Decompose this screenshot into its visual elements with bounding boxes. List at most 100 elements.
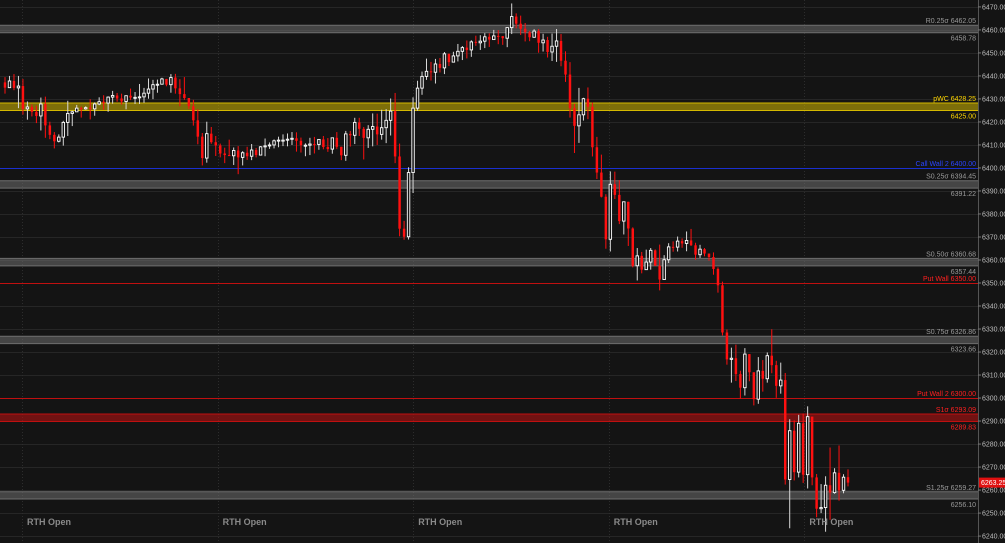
candle[interactable] [653, 249, 657, 266]
candle-body-down [35, 111, 38, 116]
candle-body-up [25, 106, 30, 110]
candle-body-up [281, 139, 285, 142]
session-label: RTH Open [223, 517, 267, 527]
candle[interactable] [398, 143, 401, 237]
candle-body-up [675, 240, 680, 248]
candle-body-down [21, 86, 25, 109]
last-price-tag: 6263.25 [979, 477, 1005, 488]
candle-body-up [70, 111, 74, 114]
candle-body-down [752, 372, 756, 400]
candle-body-down [783, 380, 787, 480]
candle-body-down [837, 472, 841, 491]
candle-body-down [326, 147, 330, 150]
candle-body-up [330, 137, 335, 150]
candle-body-up [106, 96, 110, 104]
candle-body-down [313, 144, 316, 146]
candle-body-up [124, 95, 128, 102]
candle[interactable] [783, 372, 787, 485]
candle-body-up [420, 75, 424, 89]
candle[interactable] [631, 227, 634, 268]
candle-body-down [183, 94, 186, 99]
candlestick-chart[interactable]: R0.25σ 6462.05 6458.78 pWC 6428.25 6425.00 C… [0, 0, 1005, 543]
level-band [0, 25, 978, 33]
candle-body-down [600, 172, 603, 197]
candle[interactable] [801, 413, 805, 483]
candle-body-up [644, 261, 648, 271]
candle-body-up [451, 55, 456, 63]
level-label: Put Wall 6350.00 [923, 276, 976, 283]
candle-body-up [267, 144, 272, 147]
level-label: 6256.10 [951, 502, 976, 509]
candle-body-down [658, 265, 661, 280]
candle-body-down [734, 358, 738, 375]
level-band [0, 258, 978, 266]
candle-body-down [245, 152, 249, 157]
candle-body-down [465, 47, 469, 50]
candle-body-down [398, 156, 401, 229]
candle-body-down [488, 36, 491, 40]
candle-body-down [604, 196, 608, 240]
candle-body-down [210, 133, 213, 143]
candle[interactable] [841, 474, 846, 494]
candle[interactable] [721, 281, 724, 336]
candle-body-up [666, 246, 671, 261]
candle-body-down [48, 125, 52, 135]
candle[interactable] [810, 416, 814, 486]
candle-body-up [411, 107, 415, 174]
candle-body-down [631, 228, 634, 266]
level-label: S0.25σ 6394.45 [926, 174, 976, 181]
candle-body-down [828, 485, 832, 493]
candle-body-down [810, 416, 814, 478]
chart-background [0, 0, 1005, 543]
candle-body-down [501, 36, 504, 39]
candle-body-down [358, 122, 361, 129]
candle-body-down [537, 31, 540, 43]
candle-body-down [196, 120, 200, 137]
candle-body-down [707, 253, 711, 258]
candle-body-up [379, 127, 384, 135]
y-tick-label: 6430.00 [982, 96, 1005, 103]
candle-body-up [263, 145, 267, 148]
candle-body-down [613, 184, 617, 195]
candle-body-up [415, 87, 420, 109]
y-tick-label: 6380.00 [982, 211, 1005, 218]
candle-body-down [30, 106, 34, 112]
candle-body-down [689, 240, 693, 246]
candle-body-up [97, 101, 101, 105]
y-tick-label: 6280.00 [982, 442, 1005, 449]
candle-body-up [460, 47, 465, 52]
candle-body-down [815, 477, 818, 509]
candle-body-up [577, 114, 581, 127]
y-tick-label: 6330.00 [982, 327, 1005, 334]
candle-body-up [505, 27, 509, 39]
candle[interactable] [160, 77, 164, 85]
candle[interactable] [406, 167, 411, 240]
candle-body-down [102, 101, 105, 104]
candle-body-up [303, 144, 308, 147]
candle-body-up [276, 139, 281, 142]
candle-body-down [528, 32, 531, 38]
level-band [0, 491, 978, 500]
candle-body-up [608, 183, 613, 240]
candle-body-down [653, 250, 657, 266]
candle-body-down [3, 82, 7, 88]
candle-body-up [684, 239, 689, 244]
candle[interactable] [765, 352, 769, 383]
y-tick-label: 6340.00 [982, 304, 1005, 311]
candle[interactable] [258, 146, 263, 156]
candle-body-up [249, 149, 254, 157]
candle-body-down [429, 71, 433, 73]
candle-body-down [201, 136, 204, 159]
candle-body-up [285, 138, 290, 141]
candle-body-up [258, 146, 263, 156]
candle[interactable] [796, 414, 801, 478]
candle-body-down [595, 147, 599, 173]
candle-body-down [120, 98, 123, 102]
candle-body-down [79, 108, 83, 110]
level-label: Put Wall 2 6300.00 [917, 391, 976, 398]
candle-body-down [775, 365, 778, 386]
candle-body-down [671, 246, 675, 248]
candle-body-up [92, 103, 97, 110]
candle-body-up [137, 96, 142, 99]
candle-body-down [514, 16, 518, 24]
